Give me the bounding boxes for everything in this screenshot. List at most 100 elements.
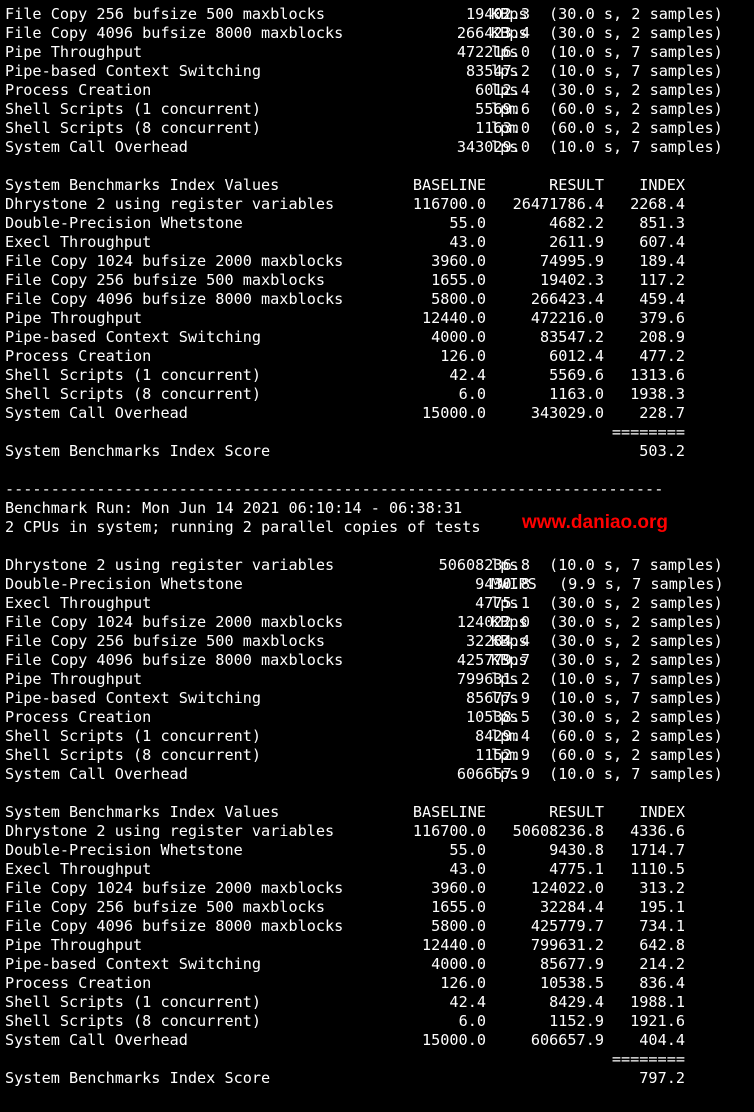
test-unit: KBps <box>491 613 528 631</box>
index-value: 477.2 <box>639 347 685 365</box>
test-unit: lps <box>491 689 519 707</box>
watermark-text: www.daniao.org <box>522 512 669 533</box>
index-row: Dhrystone 2 using register variables 1167… <box>5 195 754 214</box>
index-value: 214.2 <box>639 955 685 973</box>
test-detail: (30.0 s, 2 samples) <box>549 651 723 669</box>
index-value: 379.6 <box>639 309 685 327</box>
index-score: 797.2 <box>639 1069 685 1087</box>
index-row: Dhrystone 2 using register variables 1167… <box>5 822 754 841</box>
index-row: Double-Precision Whetstone 55.0 4682.2 851.… <box>5 214 754 233</box>
test-name: Process Creation <box>5 708 152 726</box>
score-label: System Benchmarks Index Score <box>5 1069 271 1087</box>
test-detail: (10.0 s, 7 samples) <box>549 138 723 156</box>
test-name: Double-Precision Whetstone <box>5 214 243 232</box>
result-line: File Copy 4096 bufsize 8000 maxblocks 425… <box>5 651 754 670</box>
index-row: Pipe Throughput 12440.0 472216.0 379.6 <box>5 309 754 328</box>
test-name: Pipe Throughput <box>5 936 143 954</box>
index-row: File Copy 256 bufsize 500 maxblocks 1655.… <box>5 271 754 290</box>
score-separator: ======== <box>5 423 754 442</box>
test-detail: (60.0 s, 2 samples) <box>549 119 723 137</box>
index-row: Pipe-based Context Switching 4000.0 83547.… <box>5 328 754 347</box>
result-line: Pipe-based Context Switching 85677.9 lps (1… <box>5 689 754 708</box>
test-detail: (60.0 s, 2 samples) <box>549 746 723 764</box>
test-unit: lps <box>491 670 519 688</box>
separator-equals: ======== <box>611 423 685 441</box>
divider-line: ----------------------------------------… <box>5 480 754 499</box>
test-unit: KBps <box>491 632 528 650</box>
index-value: 313.2 <box>639 879 685 897</box>
test-name: Shell Scripts (1 concurrent) <box>5 100 262 118</box>
test-name: File Copy 1024 bufsize 2000 maxblocks <box>5 879 344 897</box>
test-detail: (9.9 s, 7 samples) <box>559 575 724 593</box>
test-name: System Call Overhead <box>5 765 188 783</box>
test-detail: (10.0 s, 7 samples) <box>549 670 723 688</box>
test-unit: lps <box>491 43 519 61</box>
result-line: Shell Scripts (1 concurrent) 5569.6 lpm (60… <box>5 100 754 119</box>
test-name: Double-Precision Whetstone <box>5 841 243 859</box>
index-row: Pipe-based Context Switching 4000.0 85677.… <box>5 955 754 974</box>
result-line: File Copy 1024 bufsize 2000 maxblocks 124… <box>5 613 754 632</box>
index-title: System Benchmarks Index Values <box>5 803 280 821</box>
test-detail: (30.0 s, 2 samples) <box>549 613 723 631</box>
result-line: Pipe-based Context Switching 83547.2 lps (1… <box>5 62 754 81</box>
index-row: Execl Throughput 43.0 2611.9 607.4 <box>5 233 754 252</box>
dash-divider: ----------------------------------------… <box>5 480 664 498</box>
result-line: Process Creation 10538.5 lps (30.0 s, 2 sam… <box>5 708 754 727</box>
result-line: Dhrystone 2 using register variables 5060… <box>5 556 754 575</box>
result-line: System Call Overhead 606657.9 lps (10.0 s, … <box>5 765 754 784</box>
test-name: File Copy 4096 bufsize 8000 maxblocks <box>5 917 344 935</box>
test-name: System Call Overhead <box>5 1031 188 1049</box>
test-unit: lpm <box>491 100 519 118</box>
index-value: 208.9 <box>639 328 685 346</box>
index-row: Process Creation 126.0 6012.4 477.2 <box>5 347 754 366</box>
index-value: 734.1 <box>639 917 685 935</box>
index-score-line: System Benchmarks Index Score 503.2 <box>5 442 754 461</box>
index-table-1: System Benchmarks Index Values BASELINE RE… <box>5 176 754 461</box>
result-line: System Call Overhead 343029.0 lps (10.0 s, … <box>5 138 754 157</box>
index-row: Shell Scripts (1 concurrent) 42.4 5569.6 13… <box>5 366 754 385</box>
test-name: Pipe Throughput <box>5 309 143 327</box>
test-unit: lps <box>491 62 519 80</box>
result-line: Process Creation 6012.4 lps (30.0 s, 2 samp… <box>5 81 754 100</box>
index-row: Process Creation 126.0 10538.5 836.4 <box>5 974 754 993</box>
index-value: 228.7 <box>639 404 685 422</box>
test-name: Pipe-based Context Switching <box>5 328 262 346</box>
index-row: System Call Overhead 15000.0 343029.0 228.7 <box>5 404 754 423</box>
index-value: 1938.3 <box>630 385 685 403</box>
result-line: Pipe Throughput 472216.0 lps (10.0 s, 7 sam… <box>5 43 754 62</box>
test-detail: (10.0 s, 7 samples) <box>549 556 723 574</box>
test-name: Double-Precision Whetstone <box>5 575 243 593</box>
test-name: Execl Throughput <box>5 594 152 612</box>
index-value: 4336.6 <box>630 822 685 840</box>
index-row: System Call Overhead 15000.0 606657.9 404.4 <box>5 1031 754 1050</box>
test-name: Pipe Throughput <box>5 670 143 688</box>
index-row: File Copy 256 bufsize 500 maxblocks 1655.… <box>5 898 754 917</box>
terminal-output[interactable]: File Copy 256 bufsize 500 maxblocks 19402… <box>5 5 754 1112</box>
test-detail: (30.0 s, 2 samples) <box>549 632 723 650</box>
test-unit: lps <box>491 81 519 99</box>
result-line: Double-Precision Whetstone 9430.8 MWIPS (9.… <box>5 575 754 594</box>
result-line: File Copy 256 bufsize 500 maxblocks 19402… <box>5 5 754 24</box>
test-name: Shell Scripts (8 concurrent) <box>5 119 262 137</box>
index-score: 503.2 <box>639 442 685 460</box>
index-value: 1110.5 <box>630 860 685 878</box>
test-detail: (60.0 s, 2 samples) <box>549 727 723 745</box>
result-line: Shell Scripts (1 concurrent) 8429.4 lpm (60… <box>5 727 754 746</box>
test-name: Shell Scripts (1 concurrent) <box>5 993 262 1011</box>
test-unit: KBps <box>491 651 528 669</box>
index-value: 851.3 <box>639 214 685 232</box>
index-row: File Copy 4096 bufsize 8000 maxblocks 580… <box>5 917 754 936</box>
index-row: File Copy 1024 bufsize 2000 maxblocks 396… <box>5 879 754 898</box>
test-unit: lps <box>491 556 519 574</box>
index-value: 1921.6 <box>630 1012 685 1030</box>
test-name: File Copy 256 bufsize 500 maxblocks <box>5 632 326 650</box>
score-separator: ======== <box>5 1050 754 1069</box>
test-detail: (10.0 s, 7 samples) <box>549 43 723 61</box>
test-detail: (10.0 s, 7 samples) <box>549 689 723 707</box>
index-header-label: INDEX <box>639 176 685 194</box>
test-name: Dhrystone 2 using register variables <box>5 556 335 574</box>
test-name: Execl Throughput <box>5 233 152 251</box>
index-header: System Benchmarks Index Values BASELINE RE… <box>5 176 754 195</box>
